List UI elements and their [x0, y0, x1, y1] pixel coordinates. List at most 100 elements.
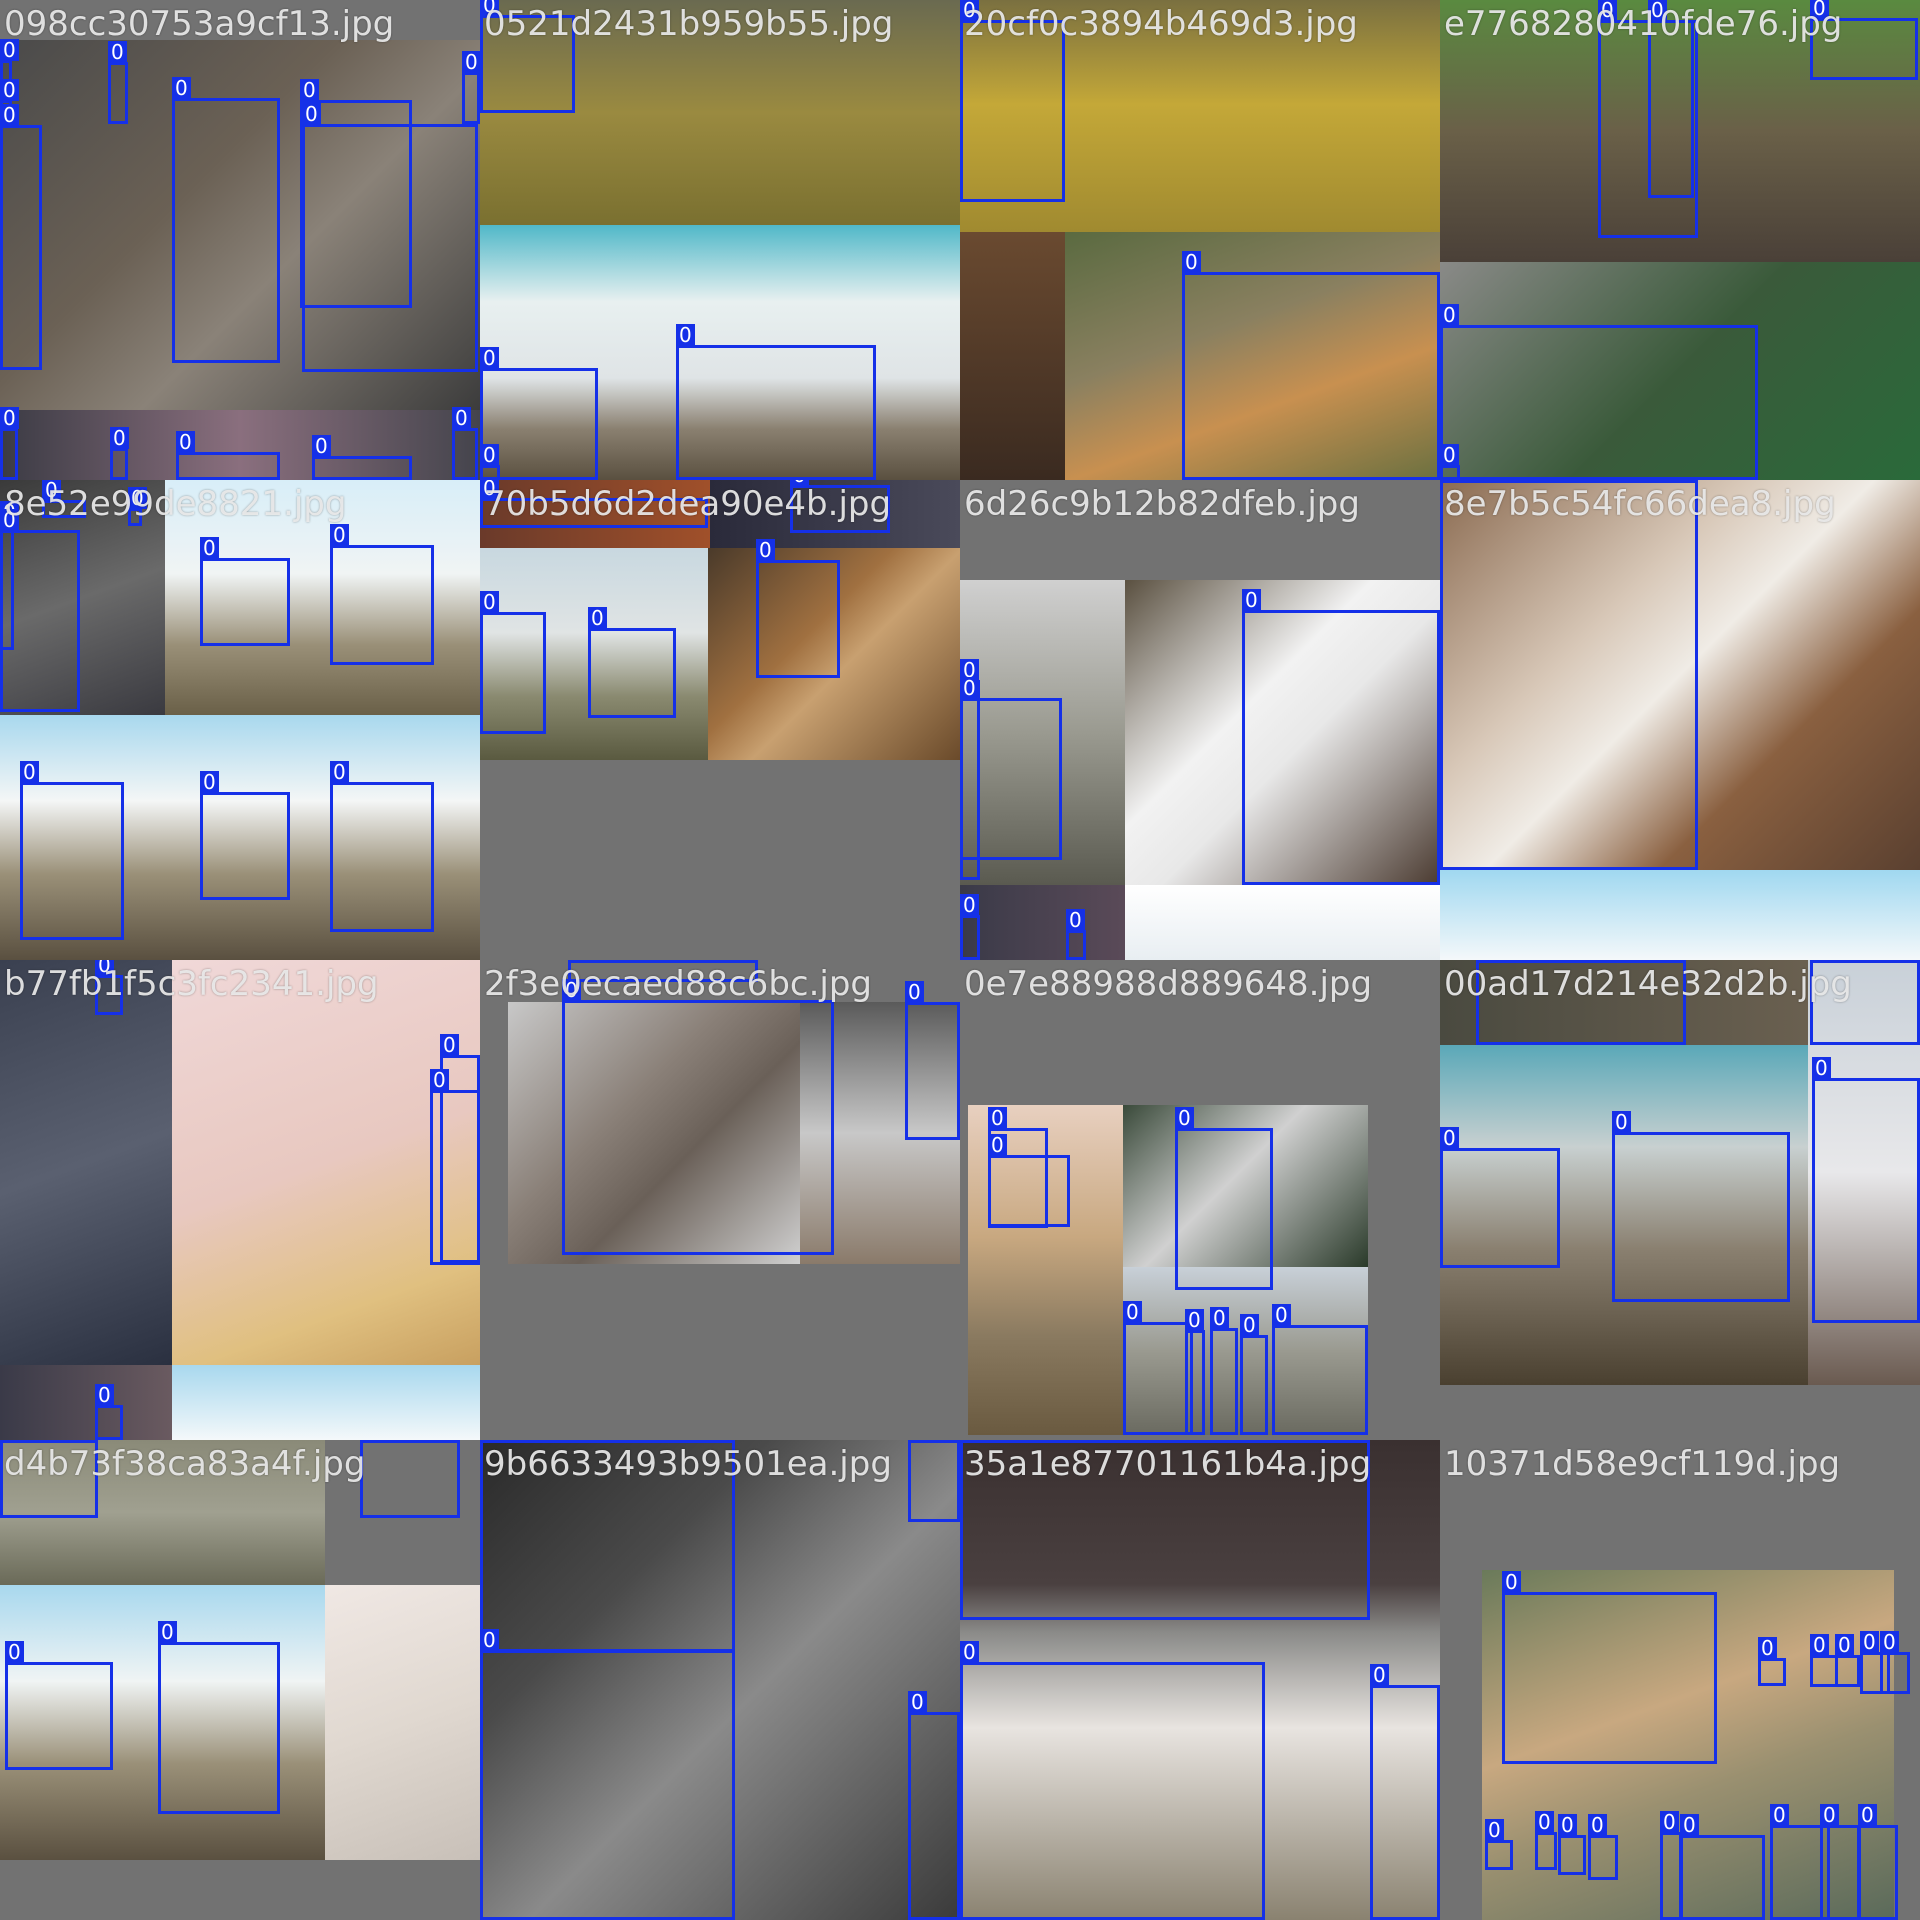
class-label: 0: [176, 431, 195, 453]
bounding-box: 0: [1612, 1111, 1790, 1302]
bounding-box: 0: [908, 1440, 960, 1522]
mosaic-tile: 9b6633493b9501ea.jpg 0 0 0 0: [480, 1440, 960, 1920]
class-label: 0: [5, 1641, 24, 1663]
tile-filename: 8e7b5c54fc66dea8.jpg: [1444, 484, 1836, 524]
class-label: 0: [1242, 589, 1261, 611]
photo-region: [1440, 870, 1920, 960]
bounding-box: 0: [1240, 1314, 1268, 1435]
class-label: 0: [1123, 1301, 1142, 1323]
class-label: 0: [908, 1440, 927, 1441]
class-label: 0: [1835, 1634, 1854, 1656]
bounding-box: 0: [172, 77, 280, 363]
bounding-box: 0: [95, 1384, 123, 1440]
bounding-box: 0: [312, 435, 412, 480]
class-label: 0: [1588, 1814, 1607, 1836]
class-label: 0: [108, 41, 127, 63]
class-label: 0: [1858, 1804, 1877, 1826]
class-label: 0: [1535, 1811, 1554, 1833]
bounding-box: 0: [1835, 1634, 1860, 1687]
bounding-box: 0: [588, 607, 676, 718]
class-label: 0: [480, 1440, 499, 1441]
tile-filename: 2f3e0ecaed88c6bc.jpg: [484, 964, 873, 1004]
class-label: 0: [110, 427, 129, 449]
class-label: 0: [1880, 1631, 1899, 1653]
bounding-box: 0: [110, 427, 129, 480]
class-label: 0: [1182, 251, 1201, 273]
class-label: 0: [1476, 960, 1495, 961]
bounding-box: 0: [0, 509, 80, 712]
bounding-box: 0: [1535, 1811, 1557, 1870]
bounding-box: 0: [0, 104, 42, 370]
class-label: 0: [200, 537, 219, 559]
bounding-box: 0: [1810, 1634, 1838, 1687]
tile-filename: 098cc30753a9cf13.jpg: [4, 4, 395, 44]
class-label: 0: [1860, 1631, 1879, 1653]
class-label: 0: [1440, 304, 1459, 326]
class-label: 0: [20, 761, 39, 783]
mosaic-tile: 098cc30753a9cf13.jpg 0 0 0 0 0 0 0 0 0 0 0 0 0: [0, 0, 480, 480]
class-label: 0: [200, 771, 219, 793]
photo-region: [325, 1585, 480, 1860]
bounding-box: 0: [1485, 1819, 1513, 1870]
tile-filename: b77fb1f5c3fc2341.jpg: [4, 964, 379, 1004]
class-label: 0: [462, 51, 480, 73]
class-label: 0: [1812, 1057, 1831, 1079]
class-label: 0: [1758, 1637, 1777, 1659]
class-label: 0: [300, 79, 319, 101]
bounding-box: 0: [158, 1621, 280, 1814]
class-label: 0: [95, 1384, 114, 1406]
bounding-box: 0: [1440, 444, 1460, 480]
tile-filename: d4b73f38ca83a4f.jpg: [4, 1444, 366, 1484]
class-label: 0: [1680, 1814, 1699, 1836]
mosaic-tile: 00ad17d214e32d2b.jpg 0 0 0 0 0: [1440, 960, 1920, 1440]
bounding-box: 0: [1440, 1127, 1560, 1268]
class-label: 0: [0, 1440, 19, 1441]
mosaic-tile: 10371d58e9cf119d.jpg 0 0 0 0 0 0 0 0 0 0 0 0 0 0 0: [1440, 1440, 1920, 1920]
tile-filename: 0e7e88988d889648.jpg: [964, 964, 1373, 1004]
class-label: 0: [360, 1440, 379, 1441]
class-label: 0: [960, 677, 979, 699]
class-label: 0: [1370, 1664, 1389, 1686]
bounding-box: 0: [676, 324, 876, 480]
tile-filename: 6d26c9b12b82dfeb.jpg: [964, 484, 1360, 524]
bounding-box: 0: [5, 1641, 113, 1770]
bounding-box: 0: [988, 1134, 1070, 1227]
class-label: 0: [1440, 1127, 1459, 1149]
bounding-box: 0: [1370, 1664, 1440, 1920]
class-label: 0: [480, 347, 499, 369]
class-label: 0: [1175, 1107, 1194, 1129]
class-label: 0: [905, 981, 924, 1003]
bounding-box: 0: [1440, 480, 1698, 870]
bounding-box: 0: [20, 761, 124, 940]
image-mosaic: 098cc30753a9cf13.jpg 0 0 0 0 0 0 0 0 0 0 0 0 0 0521d24…: [0, 0, 1920, 1920]
bounding-box: 0: [1066, 909, 1086, 960]
class-label: 0: [1240, 1314, 1259, 1336]
mosaic-tile: 6d26c9b12b82dfeb.jpg 0 0 0 0 0: [960, 480, 1440, 960]
class-label: 0: [1210, 1307, 1229, 1329]
tile-filename: 8e52e99de8821.jpg: [4, 484, 347, 524]
bounding-box: 0: [1210, 1307, 1238, 1435]
class-label: 0: [302, 103, 321, 125]
class-label: 0: [1810, 960, 1829, 961]
class-label: 0: [960, 1440, 979, 1441]
bounding-box: 0: [360, 1440, 460, 1518]
class-label: 0: [1272, 1304, 1291, 1326]
bounding-box: 0: [905, 981, 960, 1140]
bounding-box: 0: [1175, 1107, 1273, 1290]
mosaic-tile: e7768280410fde76.jpg 0 0 0 0 0: [1440, 0, 1920, 480]
class-label: 0: [1502, 1571, 1521, 1593]
mosaic-tile: 8e52e99de8821.jpg000000000: [0, 480, 480, 960]
bounding-box: 0: [200, 537, 290, 646]
class-label: 0: [1612, 1111, 1631, 1133]
class-label: 0: [756, 539, 775, 561]
class-label: 0: [480, 591, 499, 613]
bounding-box: 0: [908, 1691, 960, 1920]
bounding-box: 0: [1242, 589, 1440, 885]
class-label: 0: [908, 1691, 927, 1713]
bounding-box: 0: [960, 1641, 1265, 1920]
bounding-box: 0: [562, 979, 834, 1255]
mosaic-tile: 35a1e87701161b4a.jpg 0 0 0: [960, 1440, 1440, 1920]
bounding-box: 0: [960, 0, 1065, 202]
bounding-box: 0: [0, 407, 19, 480]
class-label: 0: [330, 524, 349, 546]
